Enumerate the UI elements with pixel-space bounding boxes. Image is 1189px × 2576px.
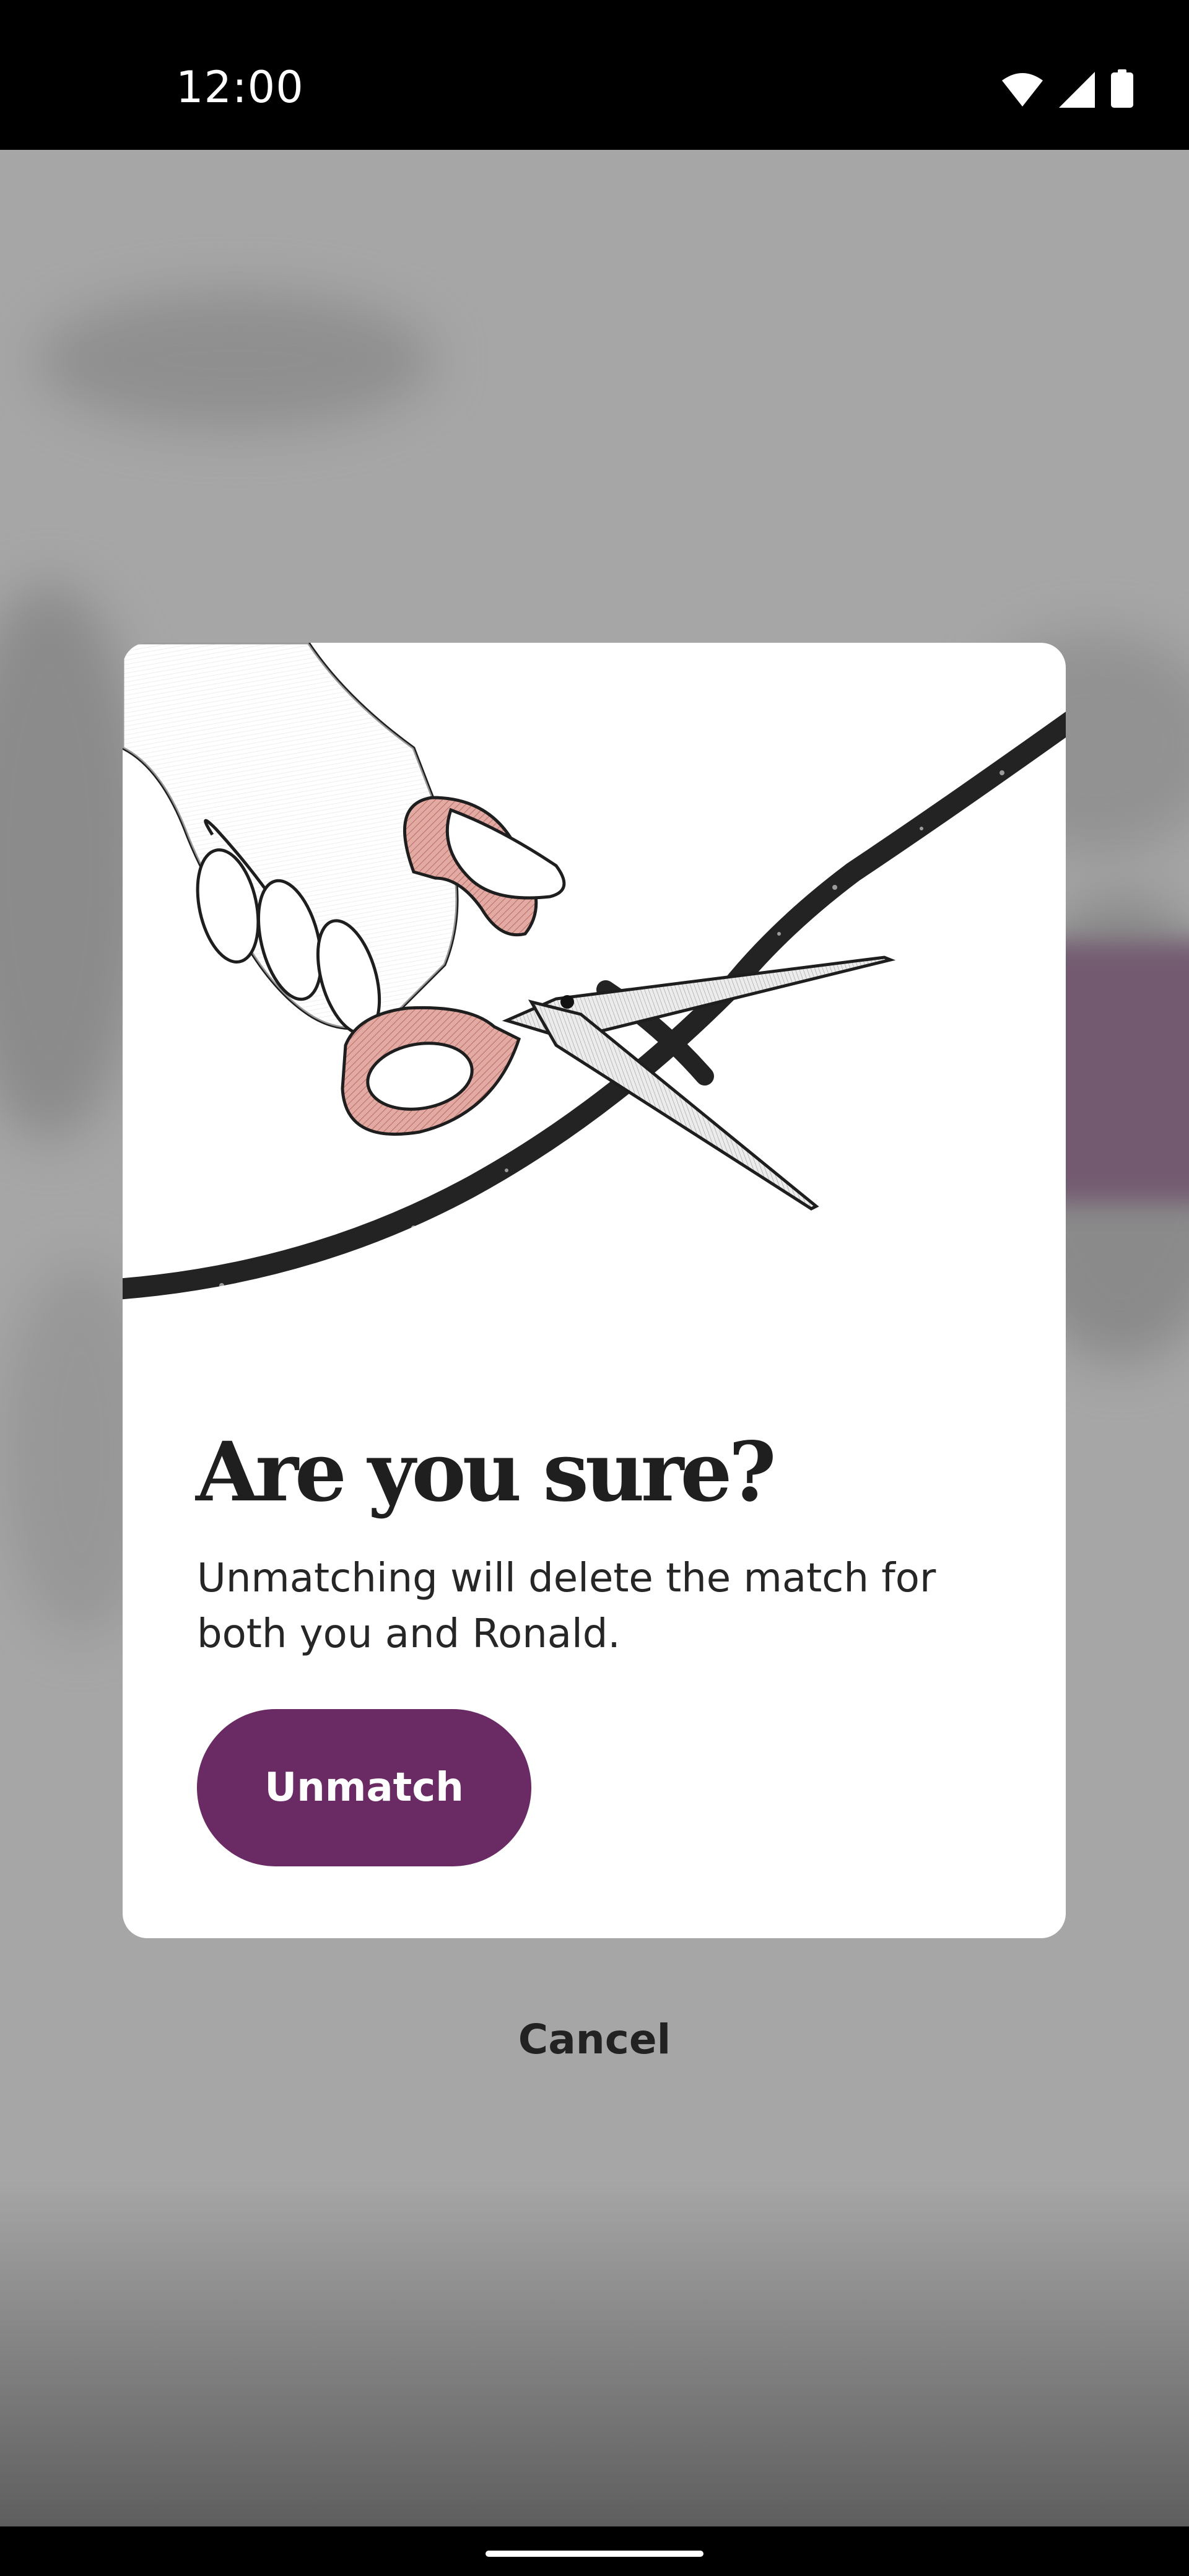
status-time: 12:00 [176,62,304,113]
status-bar: 12:00 [0,0,1189,150]
wifi-icon [1002,73,1043,107]
background-blur-shape [37,292,433,429]
battery-icon [1111,69,1133,108]
cancel-button[interactable]: Cancel [409,2005,780,2073]
status-icons [1002,69,1133,108]
dialog-title: Are you sure? [196,1424,777,1520]
background-bottom-shade [0,2180,1189,2526]
home-gesture-handle[interactable] [486,2551,703,2557]
cell-signal-icon [1059,72,1095,108]
scissors-cutting-thread-illustration [123,643,1066,1300]
unmatch-dialog: Are you sure? Unmatching will delete the… [123,643,1066,1938]
navigation-bar [0,2526,1189,2576]
dialog-message: Unmatching will delete the match for bot… [197,1556,936,1657]
unmatch-button[interactable]: Unmatch [197,1709,531,1866]
